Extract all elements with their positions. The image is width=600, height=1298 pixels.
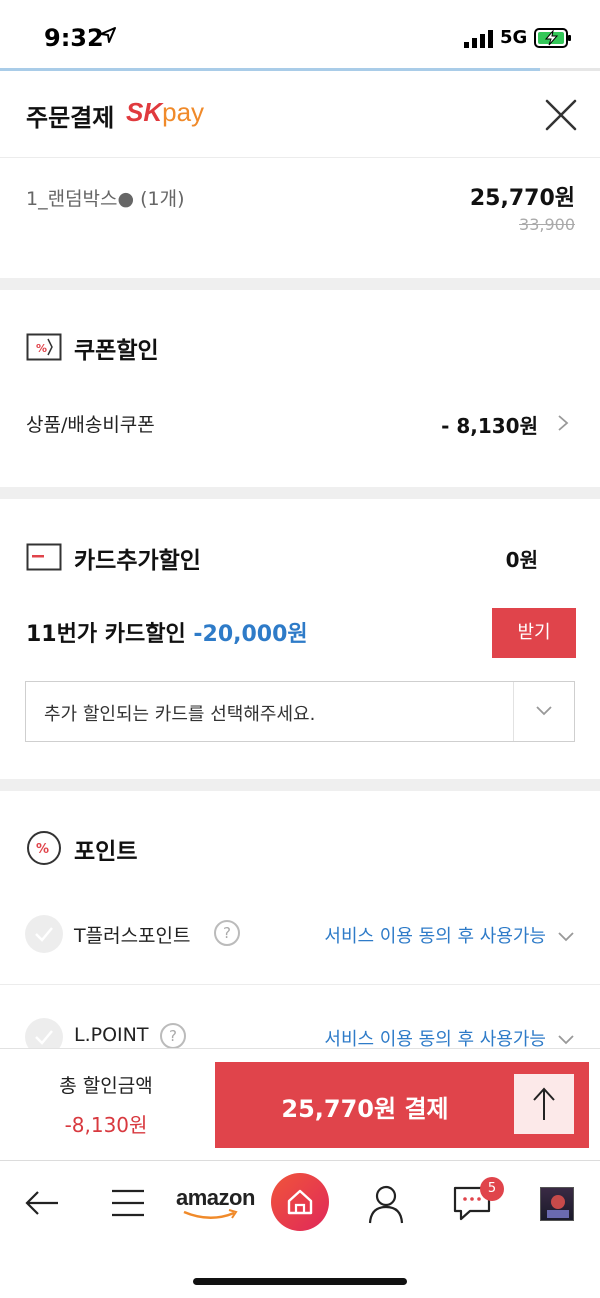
points-section-title: 포인트 — [74, 839, 138, 865]
amazon-smile-icon — [183, 1209, 238, 1219]
pay-button[interactable]: 25,770원 결제 — [215, 1062, 589, 1148]
point-status[interactable]: 서비스 이용 동의 후 사용가능 — [324, 922, 546, 948]
home-indicator — [193, 1278, 407, 1285]
avatar[interactable] — [540, 1187, 574, 1221]
svg-text:%: % — [36, 342, 47, 355]
card-select-divider — [513, 682, 514, 741]
payment-bar: 총 할인금액 -8,130원 25,770원 결제 — [0, 1048, 600, 1160]
help-icon[interactable]: ? — [160, 1023, 186, 1049]
page-progress-bar — [0, 68, 600, 71]
coupon-row-value: - 8,130원 — [441, 414, 538, 438]
percent-circle-icon: % — [27, 831, 61, 865]
section-divider — [0, 487, 600, 499]
receive-coupon-button[interactable]: 받기 — [492, 608, 576, 658]
chat-badge: 5 — [480, 1177, 504, 1201]
help-icon[interactable]: ? — [214, 920, 240, 946]
svg-text:%: % — [36, 842, 49, 857]
user-profile-icon[interactable] — [366, 1183, 406, 1225]
point-name: L.POINT — [74, 1024, 149, 1046]
coupon-row[interactable]: 상품/배송비쿠폰 - 8,130원 — [0, 390, 600, 454]
card-select-placeholder: 추가 할인되는 카드를 선택해주세요. — [44, 704, 316, 725]
pay-button-label: 25,770원 결제 — [281, 1095, 449, 1123]
check-icon — [35, 927, 53, 942]
order-item-row: 1_랜덤박스● (1개) 25,770원 33,900 — [0, 160, 600, 278]
point-row-tplus[interactable]: T플러스포인트 ? 서비스 이용 동의 후 사용가능 — [0, 884, 600, 984]
section-divider — [0, 779, 600, 791]
product-original-price: 33,900 — [519, 215, 575, 234]
total-discount-value: -8,130원 — [64, 1113, 148, 1137]
total-discount-label: 총 할인금액 — [59, 1075, 153, 1097]
coupon-row-label: 상품/배송비쿠폰 — [26, 414, 155, 436]
card-select-dropdown[interactable]: 추가 할인되는 카드를 선택해주세요. — [25, 681, 575, 742]
product-price: 25,770원 — [469, 186, 575, 211]
row-divider — [0, 984, 600, 985]
chevron-down-icon — [558, 1035, 574, 1045]
avatar-image-icon — [547, 1195, 569, 1218]
amazon-logo-text: amazon — [176, 1185, 255, 1210]
card-promo-amount: -20,000원 — [193, 622, 308, 647]
back-arrow-icon[interactable] — [22, 1183, 62, 1223]
credit-card-icon — [26, 543, 62, 571]
card-promo-label: 11번가 카드할인 -20,000원 — [26, 622, 308, 647]
page-title: 주문결제 — [26, 104, 115, 132]
point-name: T플러스포인트 — [74, 925, 191, 947]
home-button[interactable] — [271, 1173, 329, 1231]
skpay-logo: SKpay — [126, 97, 205, 127]
section-divider — [0, 278, 600, 290]
chevron-down-icon — [536, 706, 552, 716]
cellular-signal-icon — [464, 30, 493, 48]
coupon-section-title: 쿠폰할인 — [74, 338, 159, 364]
coupon-icon: % — [26, 333, 62, 361]
home-icon — [287, 1189, 313, 1215]
battery-charging-icon — [534, 28, 571, 48]
amazon-button[interactable]: amazon — [176, 1185, 255, 1219]
scroll-to-top-button[interactable] — [514, 1074, 574, 1134]
bottom-navigation: amazon 5 — [0, 1160, 600, 1298]
network-type: 5G — [500, 27, 528, 48]
card-discount-title: 카드추가할인 — [74, 548, 201, 574]
arrow-up-icon — [533, 1087, 555, 1120]
card-discount-value: 0원 — [505, 548, 538, 572]
chevron-down-icon — [558, 932, 574, 942]
product-name: 1_랜덤박스● (1개) — [26, 188, 185, 210]
menu-icon[interactable] — [109, 1183, 147, 1223]
header: 주문결제 SKpay — [0, 72, 600, 158]
status-bar: 9:32 5G — [0, 0, 600, 72]
page-progress-fill — [0, 68, 540, 71]
point-checkbox[interactable] — [25, 915, 63, 953]
close-button[interactable] — [540, 94, 582, 136]
chevron-right-icon — [558, 415, 569, 431]
status-time: 9:32 — [44, 24, 104, 52]
location-arrow-icon — [100, 27, 116, 43]
